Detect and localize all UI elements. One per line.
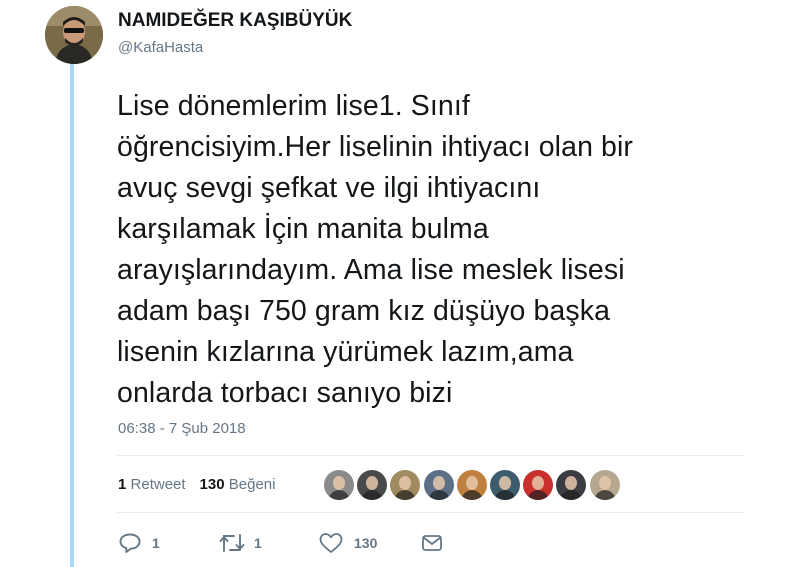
- liker-avatar[interactable]: [323, 469, 355, 501]
- like-stat[interactable]: 130 Beğeni: [200, 476, 276, 493]
- direct-message-icon: [420, 532, 444, 554]
- liker-avatar[interactable]: [356, 469, 389, 501]
- heart-icon: [318, 532, 344, 554]
- retweet-stat-label: Retweet: [130, 476, 186, 493]
- tweet-timestamp[interactable]: 06:38 - 7 Şub 2018: [118, 420, 246, 437]
- retweet-action-count: 1: [254, 535, 262, 551]
- retweet-button[interactable]: 1: [218, 532, 262, 554]
- liker-avatar[interactable]: [555, 469, 588, 501]
- tweet-stats: 1 Retweet 130 Beğeni: [118, 476, 275, 493]
- like-action-count: 130: [354, 535, 378, 551]
- tweet-text: Lise dönemlerim lise1. Sınıf öğrencisiyi…: [117, 90, 634, 409]
- thread-line: [70, 64, 74, 567]
- like-button[interactable]: 130: [318, 532, 377, 554]
- liker-avatar[interactable]: [455, 469, 488, 501]
- reply-icon: [118, 532, 142, 554]
- liker-avatar[interactable]: [389, 469, 422, 501]
- direct-message-button[interactable]: [420, 532, 444, 554]
- divider-top: [117, 455, 744, 456]
- avatar-image: [45, 6, 103, 64]
- retweet-stat-count: 1: [118, 476, 127, 493]
- liker-avatar[interactable]: [522, 469, 555, 501]
- avatar[interactable]: [45, 6, 103, 64]
- reply-count: 1: [152, 535, 160, 551]
- display-name[interactable]: NAMIDEĞER KAŞIBÜYÜK: [118, 10, 352, 32]
- liker-avatar[interactable]: [588, 469, 621, 501]
- liker-avatars: [323, 469, 622, 501]
- like-stat-label: Beğeni: [228, 476, 276, 493]
- reply-button[interactable]: 1: [118, 532, 160, 554]
- user-handle[interactable]: @KafaHasta: [118, 39, 203, 56]
- like-stat-count: 130: [199, 476, 225, 493]
- retweet-stat[interactable]: 1 Retweet: [118, 476, 186, 493]
- retweet-icon: [218, 532, 246, 554]
- divider-bottom: [117, 512, 744, 513]
- liker-avatar[interactable]: [422, 469, 455, 501]
- liker-avatar[interactable]: [488, 469, 521, 501]
